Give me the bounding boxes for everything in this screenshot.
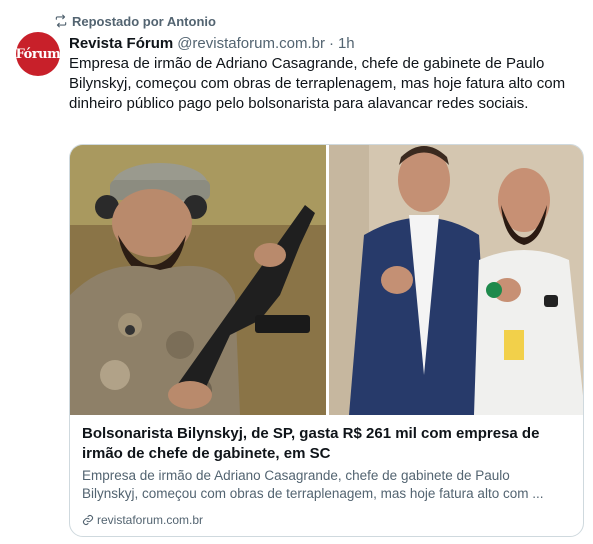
link-card-description-line-2: Bilynskyj, começou com obras de terraple…	[82, 486, 544, 501]
link-card-title[interactable]: Bolsonarista Bilynskyj, de SP, gasta R$ …	[82, 424, 572, 464]
photo-man-with-rifle	[70, 145, 326, 415]
link-card[interactable]: Bolsonarista Bilynskyj, de SP, gasta R$ …	[69, 144, 584, 537]
link-icon	[82, 514, 94, 526]
link-card-domain[interactable]: revistaforum.com.br	[82, 513, 203, 527]
author-name[interactable]: Revista Fórum	[69, 35, 173, 52]
link-card-description-line-1: Empresa de irmão de Adriano Casagrande, …	[82, 468, 510, 483]
repost-indicator[interactable]: Repostado por Antonio	[54, 12, 216, 30]
post-text: Empresa de irmão de Adriano Casagrande, …	[69, 55, 566, 112]
repost-icon	[55, 14, 67, 28]
post-header: Revista Fórum @revistaforum.com.br · 1h	[69, 33, 355, 53]
post-timestamp[interactable]: 1h	[338, 35, 355, 52]
photo-two-men	[329, 145, 583, 415]
link-card-body[interactable]: Bolsonarista Bilynskyj, de SP, gasta R$ …	[82, 424, 572, 503]
author-handle[interactable]: @revistaforum.com.br	[177, 35, 325, 52]
avatar-logo-text: Fórum	[15, 46, 61, 62]
header-separator: ·	[328, 34, 334, 52]
link-card-domain-text: revistaforum.com.br	[97, 513, 204, 527]
link-card-media[interactable]	[70, 145, 583, 415]
avatar[interactable]: Fórum	[15, 32, 61, 76]
repost-label: Repostado por Antonio	[72, 13, 216, 29]
